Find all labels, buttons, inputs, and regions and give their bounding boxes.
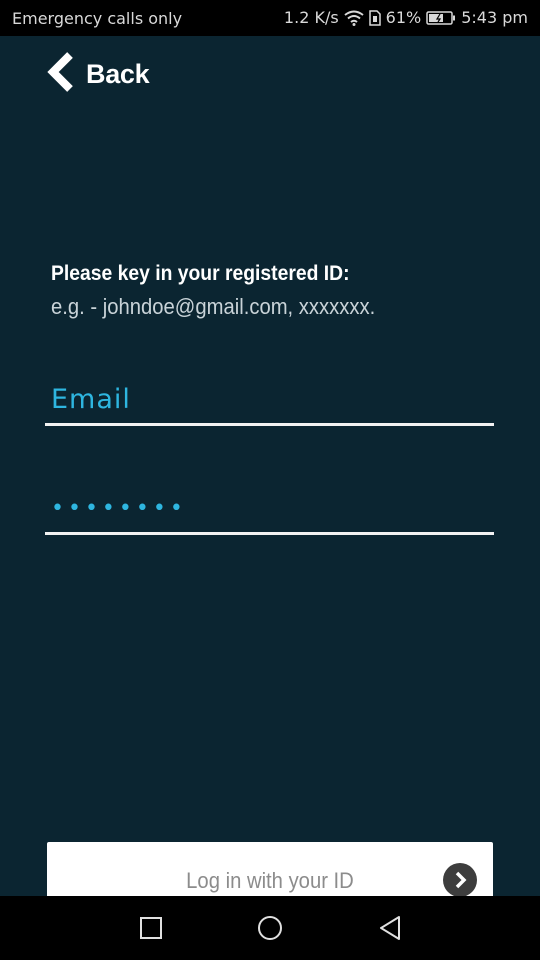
login-button-label: Log in with your ID bbox=[186, 868, 354, 893]
sim-icon bbox=[368, 9, 381, 26]
network-speed: 1.2 K/s bbox=[283, 8, 339, 27]
back-button[interactable]: Back bbox=[46, 51, 150, 97]
status-bar: Emergency calls only 1.2 K/s 61% 5:43 pm bbox=[0, 0, 540, 36]
battery-icon bbox=[426, 10, 456, 25]
clock: 5:43 pm bbox=[461, 8, 528, 27]
battery-percent: 61% bbox=[385, 8, 422, 27]
home-circle-icon[interactable] bbox=[255, 913, 285, 943]
status-icons: 1.2 K/s 61% 5:43 pm bbox=[284, 8, 528, 27]
chevron-left-icon bbox=[46, 51, 74, 97]
password-field[interactable] bbox=[45, 485, 494, 532]
email-field-container bbox=[45, 375, 494, 426]
login-instructions: Please key in your registered ID: e.g. -… bbox=[51, 262, 403, 320]
wifi-icon bbox=[344, 10, 364, 26]
recents-square-icon[interactable] bbox=[136, 913, 166, 943]
system-nav-bar bbox=[0, 896, 540, 960]
password-field-container bbox=[45, 485, 494, 535]
instruction-title: Please key in your registered ID: bbox=[51, 262, 350, 285]
carrier-text: Emergency calls only bbox=[12, 9, 183, 28]
instruction-example: e.g. - johndoe@gmail.com, xxxxxxx. bbox=[51, 294, 376, 319]
back-triangle-icon[interactable] bbox=[375, 913, 405, 943]
login-button[interactable]: Log in with your ID bbox=[47, 842, 493, 902]
email-field[interactable] bbox=[45, 375, 494, 423]
back-label: Back bbox=[86, 58, 150, 89]
